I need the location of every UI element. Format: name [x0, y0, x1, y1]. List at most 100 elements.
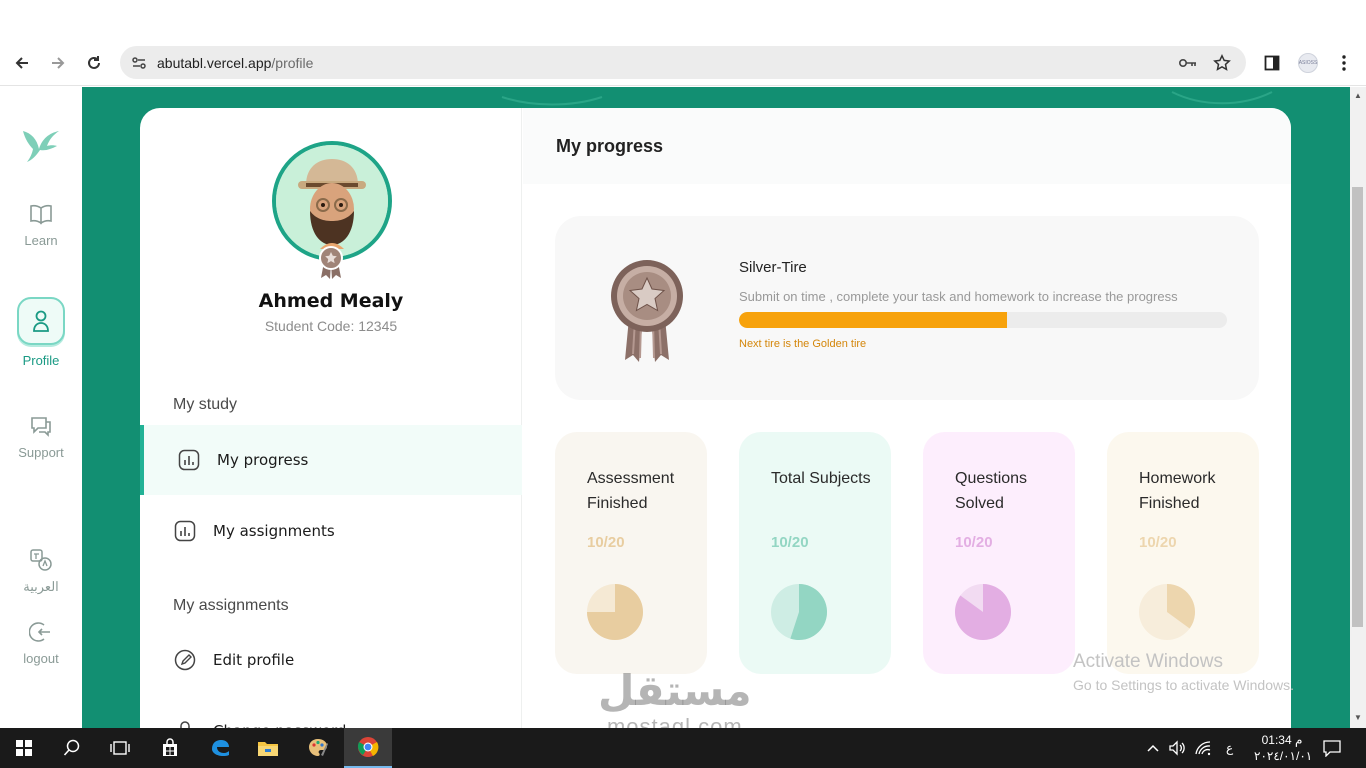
stat-value: 10/20 [587, 534, 625, 551]
user-icon [17, 297, 65, 345]
sidebar-label: Support [18, 445, 64, 460]
menu-my-progress[interactable]: My progress [140, 425, 522, 495]
search-button[interactable] [48, 728, 96, 768]
chart-icon [177, 448, 201, 472]
logout-icon [28, 619, 54, 645]
chart-icon [173, 519, 197, 543]
input-language[interactable]: ع [1226, 728, 1233, 768]
edge-app-button[interactable] [196, 728, 244, 768]
memoji-avatar-icon [276, 145, 388, 257]
reload-button[interactable] [82, 51, 106, 75]
url-text: abutabl.vercel.app/profile [157, 55, 314, 71]
stat-card-assessment[interactable]: Assessment Finished 10/20 [555, 432, 707, 674]
menu-edit-profile[interactable]: Edit profile [140, 625, 522, 695]
tier-title: Silver-Tire [739, 259, 807, 276]
section-my-assignments: My assignments [173, 597, 289, 614]
student-code: Student Code: 12345 [264, 318, 398, 334]
forward-button[interactable] [46, 51, 70, 75]
menu-my-assignments[interactable]: My assignments [140, 496, 522, 566]
clock-date: ٢٠٢٤/٠١/٠١ [1254, 749, 1313, 763]
stat-pie-chart [1139, 584, 1195, 640]
sidebar-item-learn[interactable]: Learn [0, 201, 82, 248]
section-my-study: My study [173, 396, 238, 413]
scroll-down-arrow-icon[interactable]: ▼ [1354, 713, 1362, 722]
store-bag-icon [163, 738, 177, 756]
browser-tabstrip [0, 0, 1366, 40]
scrollbar-thumb[interactable] [1352, 187, 1363, 627]
stat-card-subjects[interactable]: Total Subjects 10/20 [739, 432, 891, 674]
bird-logo-icon [23, 131, 59, 162]
activate-title: Activate Windows [1073, 651, 1223, 672]
stat-label: Total Subjects [771, 470, 871, 487]
sidebar-label: Profile [22, 353, 60, 368]
profile-chip: ASIOSS [1298, 53, 1318, 73]
back-button[interactable] [10, 51, 34, 75]
page-title: My progress [556, 136, 664, 156]
windows-taskbar: ع 01:34 م ٢٠٢٤/٠١/٠١ [0, 728, 1366, 768]
forward-arrow-icon [52, 57, 65, 69]
chat-bubble-icon [28, 413, 54, 439]
sidebar-item-profile[interactable]: Profile [0, 297, 82, 368]
watermark-arabic: مستقل [598, 666, 752, 715]
file-explorer-button[interactable] [244, 728, 292, 768]
stat-value: 10/20 [771, 534, 809, 551]
browser-toolbar: abutabl.vercel.app/profile ASIOSS [0, 40, 1366, 86]
stat-pie-chart [587, 584, 643, 640]
back-arrow-icon [15, 57, 28, 69]
panel-header: My progress [523, 108, 1291, 184]
sidebar-item-logout[interactable]: logout [0, 619, 82, 666]
silver-medal-icon [611, 260, 683, 362]
store-app-button[interactable] [146, 728, 194, 768]
stat-label: Questions Solved [955, 470, 1028, 512]
tier-progress-fill [739, 312, 1008, 328]
windows-logo-icon [16, 740, 32, 756]
translate-icon [28, 547, 54, 573]
task-view-icon [110, 741, 130, 755]
stat-label: Assessment Finished [587, 470, 675, 512]
stat-value: 10/20 [1139, 534, 1177, 551]
tier-description: Submit on time , complete your task and … [739, 289, 1178, 304]
tier-next-hint: Next tire is the Golden tire [739, 338, 867, 350]
bookmark-star-icon[interactable] [1212, 53, 1232, 73]
sidebar-item-language[interactable]: العربية [0, 547, 82, 595]
paint-palette-icon [309, 739, 328, 756]
stat-value: 10/20 [955, 534, 993, 551]
start-button[interactable] [0, 728, 48, 768]
activate-subtitle: Go to Settings to activate Windows. [1073, 677, 1294, 693]
edit-pencil-icon [173, 648, 197, 672]
clock-time: 01:34 م [1261, 733, 1303, 747]
tier-progress-bar [739, 312, 1227, 328]
reload-icon [88, 56, 100, 69]
book-icon [28, 201, 54, 227]
activate-windows-notice: Activate Windows Go to Settings to activ… [1073, 651, 1294, 693]
app-sidebar: Learn Profile Support العربية logout [0, 87, 82, 728]
page-scrollbar[interactable]: ▲ ▼ [1350, 87, 1366, 728]
side-panel-icon[interactable] [1260, 51, 1284, 75]
menu-kebab-icon[interactable] [1332, 51, 1356, 75]
sidebar-label: Learn [24, 233, 58, 248]
user-name: Ahmed Mealy [258, 290, 404, 312]
avatar[interactable] [272, 141, 392, 261]
profile-avatar-button[interactable]: ASIOSS [1296, 51, 1320, 75]
task-view-button[interactable] [96, 728, 144, 768]
volume-icon[interactable] [1168, 728, 1186, 768]
system-clock[interactable]: 01:34 م ٢٠٢٤/٠١/٠١ [1254, 732, 1313, 764]
tier-card: Silver-Tire Submit on time , complete yo… [555, 216, 1259, 400]
stat-label: Homework Finished [1139, 470, 1216, 512]
tray-chevron-icon[interactable] [1146, 728, 1160, 768]
sidebar-item-support[interactable]: Support [0, 413, 82, 460]
sidebar-label: logout [23, 651, 59, 666]
paint-app-button[interactable] [294, 728, 342, 768]
chrome-app-button[interactable] [344, 728, 392, 768]
address-bar[interactable]: abutabl.vercel.app/profile [120, 46, 1246, 79]
stat-pie-chart [955, 584, 1011, 640]
stat-pie-chart [771, 584, 827, 640]
notification-icon[interactable] [1322, 728, 1342, 768]
sidebar-label: العربية [23, 579, 59, 594]
scroll-up-arrow-icon[interactable]: ▲ [1354, 91, 1362, 100]
stat-card-questions[interactable]: Questions Solved 10/20 [923, 432, 1075, 674]
key-icon[interactable] [1178, 53, 1198, 73]
stat-card-homework[interactable]: Homework Finished 10/20 [1107, 432, 1259, 674]
silver-medal-badge-icon [319, 246, 343, 279]
wifi-icon[interactable] [1194, 728, 1212, 768]
